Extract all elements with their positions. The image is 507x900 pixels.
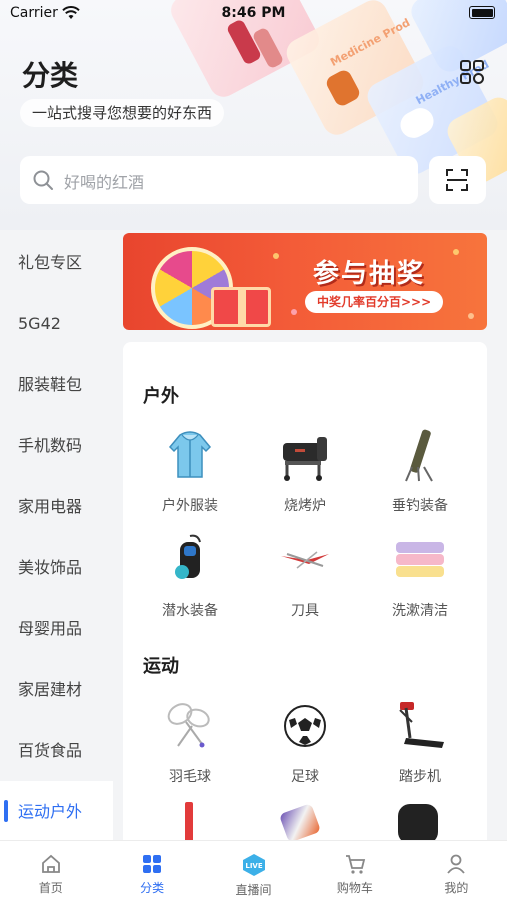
tab-bar: 首页 分类 LIVE 直播间 购物车 我的	[0, 840, 507, 900]
category-item[interactable]: 垂钓装备	[365, 427, 475, 515]
category-label: 洗漱清洁	[392, 603, 448, 619]
profile-icon	[447, 854, 466, 874]
sidebar-item-home[interactable]: 家居建材	[0, 659, 113, 720]
dive-gear-icon	[162, 532, 218, 588]
category-label: 刀具	[291, 603, 319, 619]
tab-home[interactable]: 首页	[0, 841, 101, 900]
clock: 8:46 PM	[221, 5, 286, 21]
svg-text:LIVE: LIVE	[245, 862, 262, 870]
category-item[interactable]: 烧烤炉	[250, 427, 360, 515]
sidebar-item-baby[interactable]: 母婴用品	[0, 598, 113, 659]
sport-product-image	[278, 803, 322, 840]
category-item[interactable]: 户外服装	[135, 427, 245, 515]
section-title-sports: 运动	[143, 656, 179, 677]
category-label: 足球	[291, 769, 319, 785]
category-icon	[143, 855, 162, 873]
search-bar[interactable]: 好喝的红酒	[20, 156, 418, 204]
scan-button[interactable]	[429, 156, 486, 204]
tab-label: 我的	[444, 881, 469, 895]
category-label: 户外服装	[162, 498, 218, 514]
page-title: 分类	[22, 59, 79, 92]
tab-cart[interactable]: 购物车	[304, 841, 405, 900]
banner-title: 参与抽奖	[313, 259, 426, 289]
tab-label: 购物车	[336, 881, 373, 895]
towel-icon	[392, 532, 448, 588]
tab-label: 分类	[140, 881, 165, 895]
grill-icon	[277, 427, 333, 483]
jacket-icon	[162, 427, 218, 483]
search-placeholder: 好喝的红酒	[64, 173, 145, 192]
football-icon	[277, 698, 333, 754]
sidebar-item-gift[interactable]: 礼包专区	[0, 232, 113, 293]
lottery-banner[interactable]: 参与抽奖 中奖几率百分百>>>	[123, 233, 487, 330]
category-card: 户外 户外服装 烧烤炉 垂钓装备 潜水装备 刀具 洗漱清洁 运动 羽毛球 足球 …	[123, 342, 487, 840]
category-item[interactable]: 潜水装备	[135, 532, 245, 620]
knife-icon	[277, 532, 333, 588]
battery-icon	[469, 6, 495, 19]
sidebar-item-sports[interactable]: 运动户外	[0, 781, 113, 840]
category-item[interactable]: 洗漱清洁	[365, 532, 475, 620]
sidebar-item-beauty[interactable]: 美妆饰品	[0, 537, 113, 598]
tab-label: 首页	[38, 881, 63, 895]
cart-icon	[345, 855, 366, 874]
scan-icon	[446, 169, 468, 191]
sport-product-image	[398, 804, 438, 840]
category-item[interactable]: 足球	[250, 698, 360, 786]
sidebar-item-grocery[interactable]: 百货食品	[0, 720, 113, 781]
category-label: 羽毛球	[169, 769, 211, 785]
gift-box-image	[211, 287, 271, 327]
category-sidebar: 礼包专区 5G42 服装鞋包 手机数码 家用电器 美妆饰品 母婴用品 家居建材 …	[0, 232, 113, 840]
sidebar-item-apparel[interactable]: 服装鞋包	[0, 354, 113, 415]
banner-tagline: 中奖几率百分百>>>	[305, 291, 444, 313]
category-item[interactable]: 羽毛球	[135, 698, 245, 786]
grid-view-icon[interactable]	[458, 58, 486, 86]
fishing-rod-icon	[392, 427, 448, 483]
search-icon	[33, 170, 53, 190]
category-label: 垂钓装备	[392, 498, 448, 514]
page-subtitle: 一站式搜寻您想要的好东西	[20, 99, 225, 127]
category-item[interactable]: 刀具	[250, 532, 360, 620]
treadmill-icon	[392, 698, 448, 754]
category-label: 潜水装备	[162, 603, 218, 619]
sidebar-item-appliances[interactable]: 家用电器	[0, 476, 113, 537]
tab-live[interactable]: LIVE 直播间	[203, 841, 304, 900]
section-title-outdoor: 户外	[143, 386, 179, 407]
category-label: 踏步机	[399, 769, 441, 785]
badminton-icon	[162, 698, 218, 754]
sidebar-item-5g[interactable]: 5G42	[0, 293, 113, 354]
category-label: 烧烤炉	[284, 498, 326, 514]
header: Medicine Prod Healthy Prod Carrier 8:46 …	[0, 0, 507, 230]
tab-profile[interactable]: 我的	[406, 841, 507, 900]
home-icon	[41, 854, 60, 873]
live-icon: LIVE	[242, 854, 265, 876]
sidebar-item-digital[interactable]: 手机数码	[0, 415, 113, 476]
status-bar: Carrier 8:46 PM	[0, 0, 507, 28]
sport-product-image	[185, 802, 193, 840]
category-item[interactable]: 踏步机	[365, 698, 475, 786]
tab-category[interactable]: 分类	[101, 841, 202, 900]
tab-label: 直播间	[235, 883, 272, 897]
